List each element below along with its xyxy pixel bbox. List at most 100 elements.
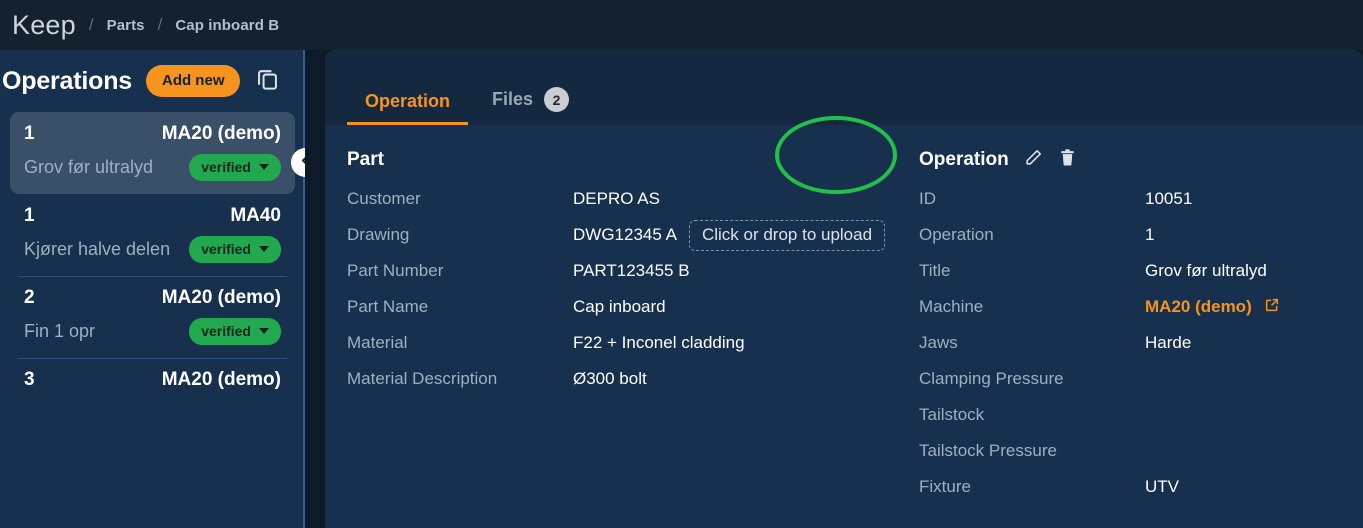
field-row: Title Grov før ultralyd [919,253,1280,289]
field-label: Drawing [347,225,410,244]
operation-item-subrow: Fin 1 opr verified [24,318,281,345]
field-value-text: UTV [1145,477,1179,496]
status-badge[interactable]: verified [189,318,281,345]
field-value: Grov før ultralyd [1145,261,1267,281]
field-label: Tailstock [919,405,985,424]
operation-item-header: 3 MA20 (demo) [24,369,281,391]
field-label: Customer [347,189,421,208]
operation-item-description: Kjører halve delen [24,239,171,259]
field-value[interactable]: MA20 (demo) [1145,297,1280,318]
field-value: F22 + Inconel cladding [573,333,745,353]
operation-list-item[interactable]: 1 MA40 Kjører halve delen verified [10,194,295,276]
operations-title: Operations [2,66,132,95]
operation-list-item[interactable]: 2 MA20 (demo) Fin 1 opr verified [10,276,295,358]
tab-operation[interactable]: Operation [347,91,469,125]
chevron-down-icon [259,328,269,334]
field-label: Part Name [347,297,429,316]
field-value-text: DEPRO AS [573,189,660,208]
field-label: Clamping Pressure [919,369,1064,388]
field-value-text: PART123455 B [573,261,690,280]
operation-item-machine: MA40 [230,205,281,226]
operation-item-header: 1 MA40 [24,205,281,227]
operation-list-item[interactable]: 3 MA20 (demo) [10,358,295,404]
field-value: Ø300 bolt [573,369,647,389]
field-value-text: 10051 [1145,189,1193,208]
status-badge-label: verified [201,241,251,257]
field-label: Title [919,261,951,280]
status-badge[interactable]: verified [189,236,281,263]
copy-icon[interactable] [254,65,281,97]
detail-content: Part Customer DEPRO AS Drawing DWG12345 A Cl… [325,125,1363,505]
field-value-text: 1 [1145,225,1155,244]
breadcrumb-item-parts[interactable]: Parts [107,17,145,34]
field-row: Tailstock [919,397,1280,433]
tab-label: Operation [365,91,451,111]
field-row: Machine MA20 (demo) [919,289,1280,325]
field-label: Operation [919,225,994,244]
operation-item-number: 2 [24,287,35,308]
field-row: Operation 1 [919,217,1280,253]
trash-icon[interactable] [1058,148,1077,172]
field-label: ID [919,189,936,208]
operation-item-number: 1 [24,205,35,226]
field-row: Jaws Harde [919,325,1280,361]
field-row: Part Number PART123455 B [347,253,919,289]
field-label: Material Description [347,369,498,388]
operation-item-description: Fin 1 opr [24,321,96,341]
part-title: Part [347,149,384,170]
field-row: Tailstock Pressure [919,433,1280,469]
sidebar-header: Operations Add new [0,50,305,112]
field-row: Clamping Pressure [919,361,1280,397]
field-value: Harde [1145,333,1191,353]
operation-item-number: 1 [24,123,35,144]
operation-section-header: Operation [919,143,1280,177]
operation-list-item[interactable]: 1 MA20 (demo) Grov før ultralyd verified [10,112,295,194]
main-panel: Operation Files 2 Part Customer DEPRO AS Dra… [325,50,1363,528]
field-label: Jaws [919,333,958,352]
field-value: 1 [1145,225,1154,245]
chevron-down-icon [259,246,269,252]
field-value-text: Harde [1145,333,1192,352]
status-badge[interactable]: verified [189,154,281,181]
file-upload-dropzone[interactable]: Click or drop to upload [688,219,886,251]
field-value-text: DWG12345 A [573,225,677,244]
field-value: DWG12345 A Click or drop to upload [573,219,886,251]
page-body: Operations Add new 1 MA20 (demo) Grov før … [0,50,1363,528]
app-title[interactable]: Keep [12,10,76,41]
operation-item-subrow: Grov før ultralyd verified [24,154,281,181]
field-value-text: MA20 (demo) [1145,297,1252,316]
top-bar: Keep / Parts / Cap inboard B [0,0,1363,50]
sidebar-scrollbar[interactable] [303,50,305,528]
part-fields: Customer DEPRO AS Drawing DWG12345 A Click o… [347,181,919,397]
operation-item-machine: MA20 (demo) [161,287,281,308]
part-section-header: Part [347,143,919,177]
field-label: Machine [919,297,984,316]
field-row: Part Name Cap inboard [347,289,919,325]
status-badge-label: verified [201,323,251,339]
operations-list: 1 MA20 (demo) Grov før ultralyd verified 1 MA… [0,112,305,404]
field-row: Material Description Ø300 bolt [347,361,919,397]
field-value-text: Ø300 bolt [573,369,647,388]
field-label: Fixture [919,477,971,496]
pencil-icon[interactable] [1024,148,1043,172]
tab-bar: Operation Files 2 [325,50,1363,125]
breadcrumb-separator: / [157,15,163,34]
field-value: Cap inboard [573,297,666,317]
breadcrumb-item-current[interactable]: Cap inboard B [175,17,279,34]
chevron-down-icon [259,164,269,170]
field-value-text: Grov før ultralyd [1145,261,1267,280]
operation-item-machine: MA20 (demo) [161,369,281,390]
external-link-icon[interactable] [1264,297,1280,318]
breadcrumb-separator: / [88,15,94,34]
operation-item-subrow: Kjører halve delen verified [24,236,281,263]
field-value: PART123455 B [573,261,690,281]
field-row: Fixture UTV [919,469,1280,505]
add-new-button[interactable]: Add new [145,65,241,97]
field-value-text: Cap inboard [573,297,666,316]
operations-sidebar: Operations Add new 1 MA20 (demo) Grov før … [0,50,305,528]
operation-item-number: 3 [24,369,35,390]
tab-files[interactable]: Files 2 [474,87,587,125]
operation-item-header: 2 MA20 (demo) [24,287,281,309]
tab-label: Files [492,89,534,109]
panel-gap [305,50,325,528]
